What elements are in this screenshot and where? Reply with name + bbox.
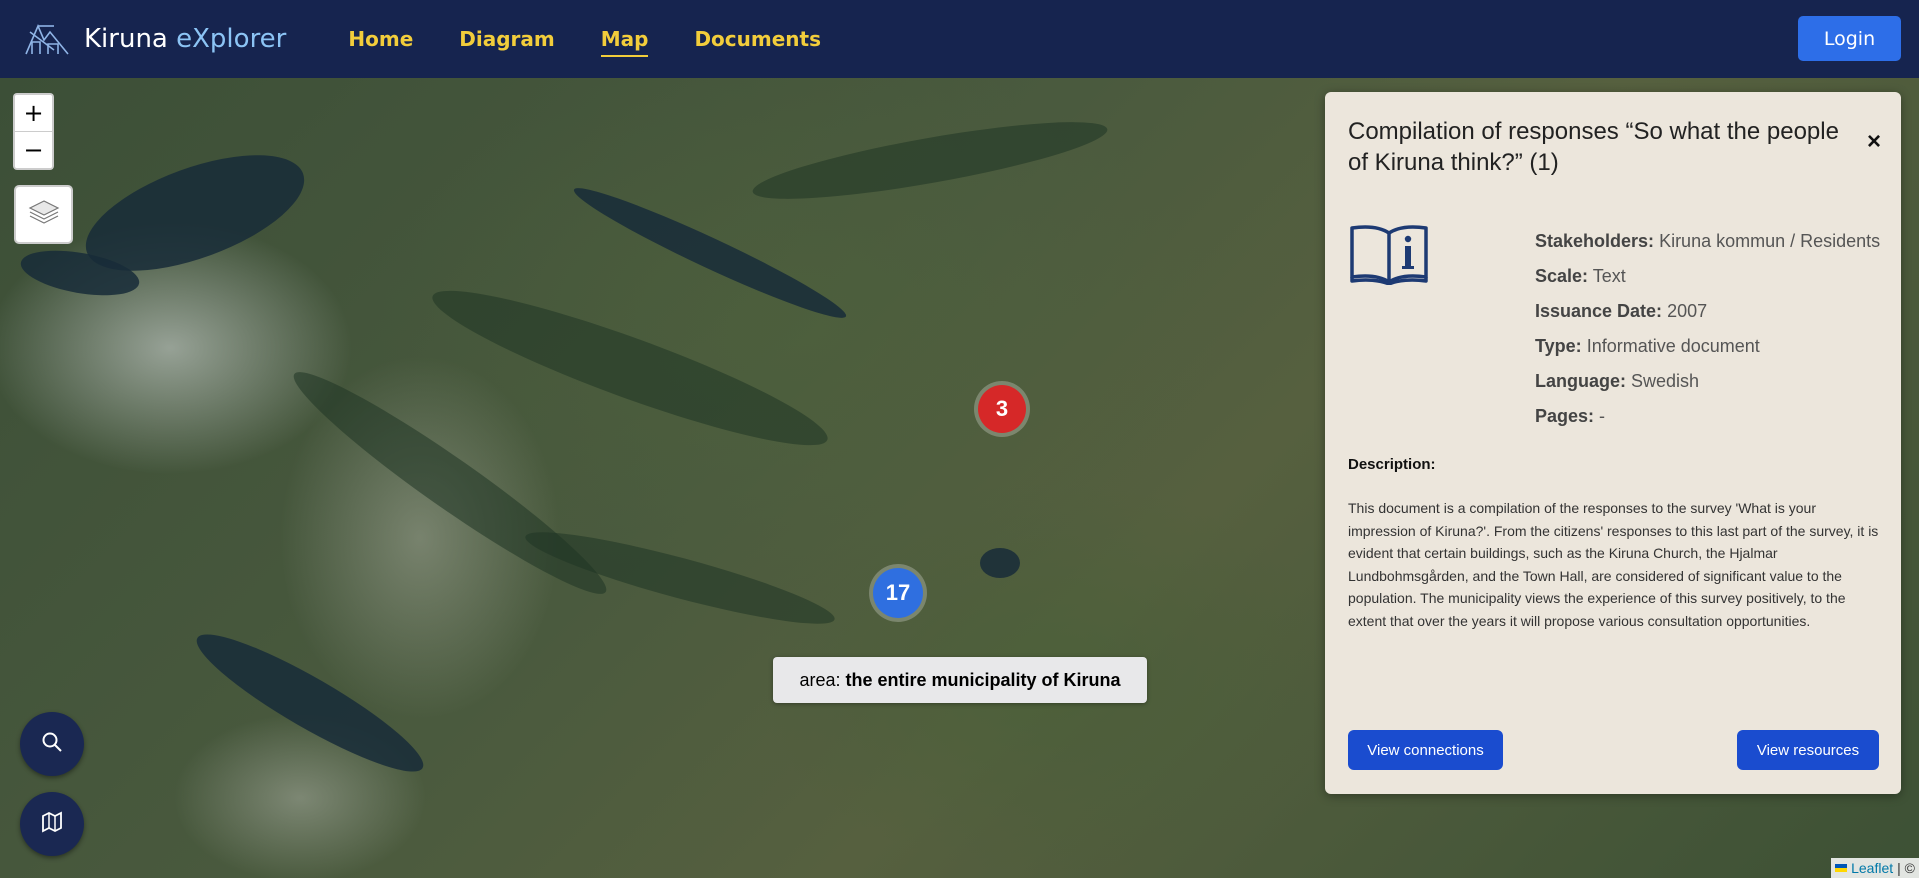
map-lake xyxy=(567,176,853,330)
map-lake xyxy=(980,548,1020,578)
area-tooltip-value: the entire municipality of Kiruna xyxy=(845,669,1121,690)
main-nav: Home Diagram Map Documents xyxy=(348,21,821,57)
brand-name: Kiruna eXplorer xyxy=(84,24,287,54)
description-text: This document is a compilation of the re… xyxy=(1348,500,1879,629)
map-cluster-marker[interactable]: 3 xyxy=(978,385,1026,433)
nav-diagram[interactable]: Diagram xyxy=(459,21,554,57)
brand[interactable]: Kiruna eXplorer xyxy=(24,22,286,56)
attribution-suffix: | © xyxy=(1897,860,1915,876)
leaflet-link[interactable]: Leaflet xyxy=(1851,860,1893,876)
search-icon xyxy=(41,731,63,758)
search-button[interactable] xyxy=(20,712,84,776)
area-tooltip: area: the entire municipality of Kiruna xyxy=(773,657,1147,703)
view-resources-button[interactable]: View resources xyxy=(1737,730,1879,770)
zoom-out-button[interactable]: − xyxy=(15,131,52,168)
description-label: Description: xyxy=(1348,456,1436,473)
zoom-control: + − xyxy=(13,93,54,170)
meta-language: Language: Swedish xyxy=(1535,371,1700,391)
map-lake xyxy=(184,616,436,790)
meta-scale: Scale: Text xyxy=(1535,266,1626,286)
meta-type: Type: Informative document xyxy=(1535,336,1760,356)
close-icon[interactable]: × xyxy=(1867,130,1881,154)
layers-icon xyxy=(27,197,61,232)
nav-map[interactable]: Map xyxy=(600,21,649,57)
meta-issuance-date: Issuance Date: 2007 xyxy=(1535,301,1708,321)
document-metadata: Stakeholders: Kiruna kommun / Residents … xyxy=(1535,224,1880,434)
document-detail-panel: Compilation of responses “So what the pe… xyxy=(1325,92,1901,794)
layers-button[interactable] xyxy=(14,185,73,244)
login-button[interactable]: Login xyxy=(1798,16,1901,61)
map-cluster-marker[interactable]: 17 xyxy=(873,568,923,618)
document-title: Compilation of responses “So what the pe… xyxy=(1348,118,1839,176)
map-attribution: Leaflet | © xyxy=(1831,858,1919,878)
book-info-icon xyxy=(1348,221,1430,290)
ukraine-flag-icon xyxy=(1835,864,1848,872)
view-connections-button[interactable]: View connections xyxy=(1348,730,1503,770)
meta-stakeholders: Stakeholders: Kiruna kommun / Residents xyxy=(1535,231,1881,251)
map-valley xyxy=(280,353,620,613)
nav-home[interactable]: Home xyxy=(348,21,413,57)
map-icon xyxy=(41,811,63,838)
map-view-button[interactable] xyxy=(20,792,84,856)
zoom-in-button[interactable]: + xyxy=(15,95,52,131)
area-tooltip-prefix: area: xyxy=(799,669,841,690)
meta-pages: Pages: - xyxy=(1535,406,1606,426)
logo-icon xyxy=(24,22,70,56)
navbar: Kiruna eXplorer Home Diagram Map Documen… xyxy=(0,0,1919,78)
map-valley xyxy=(748,107,1112,214)
nav-documents[interactable]: Documents xyxy=(694,21,821,57)
